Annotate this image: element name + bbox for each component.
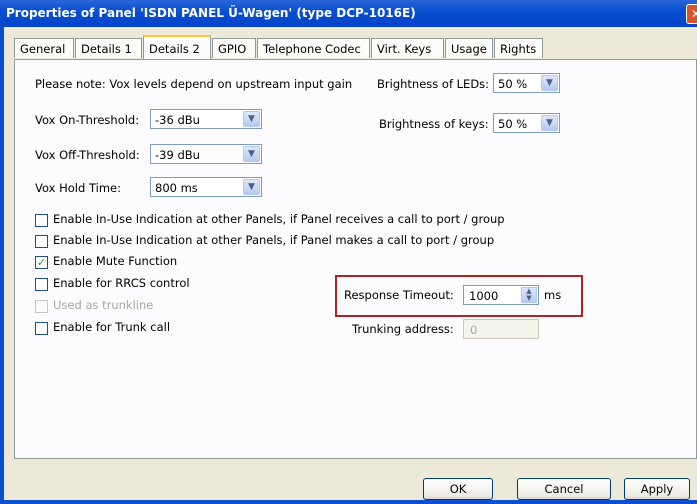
trunkline-checkbox: [35, 300, 48, 313]
vox-hold-select[interactable]: 800 ms ▼: [150, 177, 262, 197]
in-use-receive-label: Enable In-Use Indication at other Panels…: [53, 212, 505, 226]
chevron-down-icon[interactable]: ▼: [243, 146, 260, 162]
rrcs-control-checkbox[interactable]: [35, 278, 48, 291]
in-use-receive-checkbox[interactable]: [35, 214, 48, 227]
mute-function-label: Enable Mute Function: [53, 254, 178, 268]
properties-dialog: Properties of Panel 'ISDN PANEL Ü-Wagen'…: [0, 0, 697, 504]
trunking-address-field: 0: [463, 319, 539, 339]
trunkline-label: Used as trunkline: [53, 298, 154, 312]
window-frame-bottom: [0, 500, 697, 504]
tab-usage[interactable]: Usage: [445, 38, 493, 58]
chevron-down-icon[interactable]: ▼: [243, 111, 260, 127]
trunking-address-label: Trunking address:: [352, 322, 454, 336]
close-icon[interactable]: ✕: [686, 4, 697, 24]
cancel-button[interactable]: Cancel: [517, 478, 611, 500]
vox-on-select[interactable]: -36 dBu ▼: [150, 109, 262, 129]
tab-details-1[interactable]: Details 1: [75, 38, 142, 58]
checkmark-icon: ✓: [36, 256, 47, 269]
chevron-down-icon[interactable]: ▼: [541, 75, 558, 91]
title-bar[interactable]: Properties of Panel 'ISDN PANEL Ü-Wagen'…: [0, 0, 697, 27]
vox-on-label: Vox On-Threshold:: [35, 113, 140, 127]
vox-hold-label: Vox Hold Time:: [35, 181, 121, 195]
brightness-keys-value: 50 %: [498, 117, 528, 131]
trunk-call-checkbox[interactable]: [35, 322, 48, 335]
response-timeout-unit: ms: [544, 288, 562, 302]
brightness-leds-select[interactable]: 50 % ▼: [493, 73, 560, 93]
response-timeout-value: 1000: [469, 289, 499, 303]
window-title: Properties of Panel 'ISDN PANEL Ü-Wagen'…: [6, 6, 416, 20]
brightness-keys-label: Brightness of keys:: [379, 117, 489, 131]
vox-note: Please note: Vox levels depend on upstre…: [35, 77, 353, 91]
tab-rights[interactable]: Rights: [494, 38, 543, 58]
brightness-keys-select[interactable]: 50 % ▼: [493, 113, 560, 133]
in-use-make-checkbox[interactable]: [35, 235, 48, 248]
spin-down-icon[interactable]: ▼: [526, 294, 531, 302]
tab-gpio[interactable]: GPIO: [212, 38, 256, 58]
apply-button[interactable]: Apply: [624, 478, 690, 500]
brightness-leds-label: Brightness of LEDs:: [377, 77, 490, 91]
trunking-address-value: 0: [470, 323, 478, 337]
trunk-call-label: Enable for Trunk call: [53, 320, 171, 334]
mute-function-checkbox[interactable]: ✓: [35, 256, 48, 269]
ok-button[interactable]: OK: [423, 478, 493, 500]
in-use-make-label: Enable In-Use Indication at other Panels…: [53, 233, 495, 247]
response-timeout-label: Response Timeout:: [344, 288, 454, 302]
vox-on-value: -36 dBu: [155, 113, 200, 127]
chevron-down-icon[interactable]: ▼: [541, 115, 558, 131]
vox-off-select[interactable]: -39 dBu ▼: [150, 144, 262, 164]
chevron-down-icon[interactable]: ▼: [243, 179, 260, 195]
tab-telephone-codec[interactable]: Telephone Codec: [257, 38, 370, 58]
response-timeout-input[interactable]: 1000 ▲ ▼: [463, 285, 539, 305]
vox-off-value: -39 dBu: [155, 148, 200, 162]
window-frame-left: [0, 27, 4, 504]
tab-virt-keys[interactable]: Virt. Keys: [371, 38, 444, 58]
spinner-buttons[interactable]: ▲ ▼: [521, 287, 537, 303]
vox-off-label: Vox Off-Threshold:: [35, 148, 140, 162]
brightness-leds-value: 50 %: [498, 77, 528, 91]
tab-details-2[interactable]: Details 2: [143, 35, 211, 59]
rrcs-control-label: Enable for RRCS control: [53, 276, 190, 290]
vox-hold-value: 800 ms: [155, 181, 198, 195]
tab-general[interactable]: General: [14, 38, 74, 58]
